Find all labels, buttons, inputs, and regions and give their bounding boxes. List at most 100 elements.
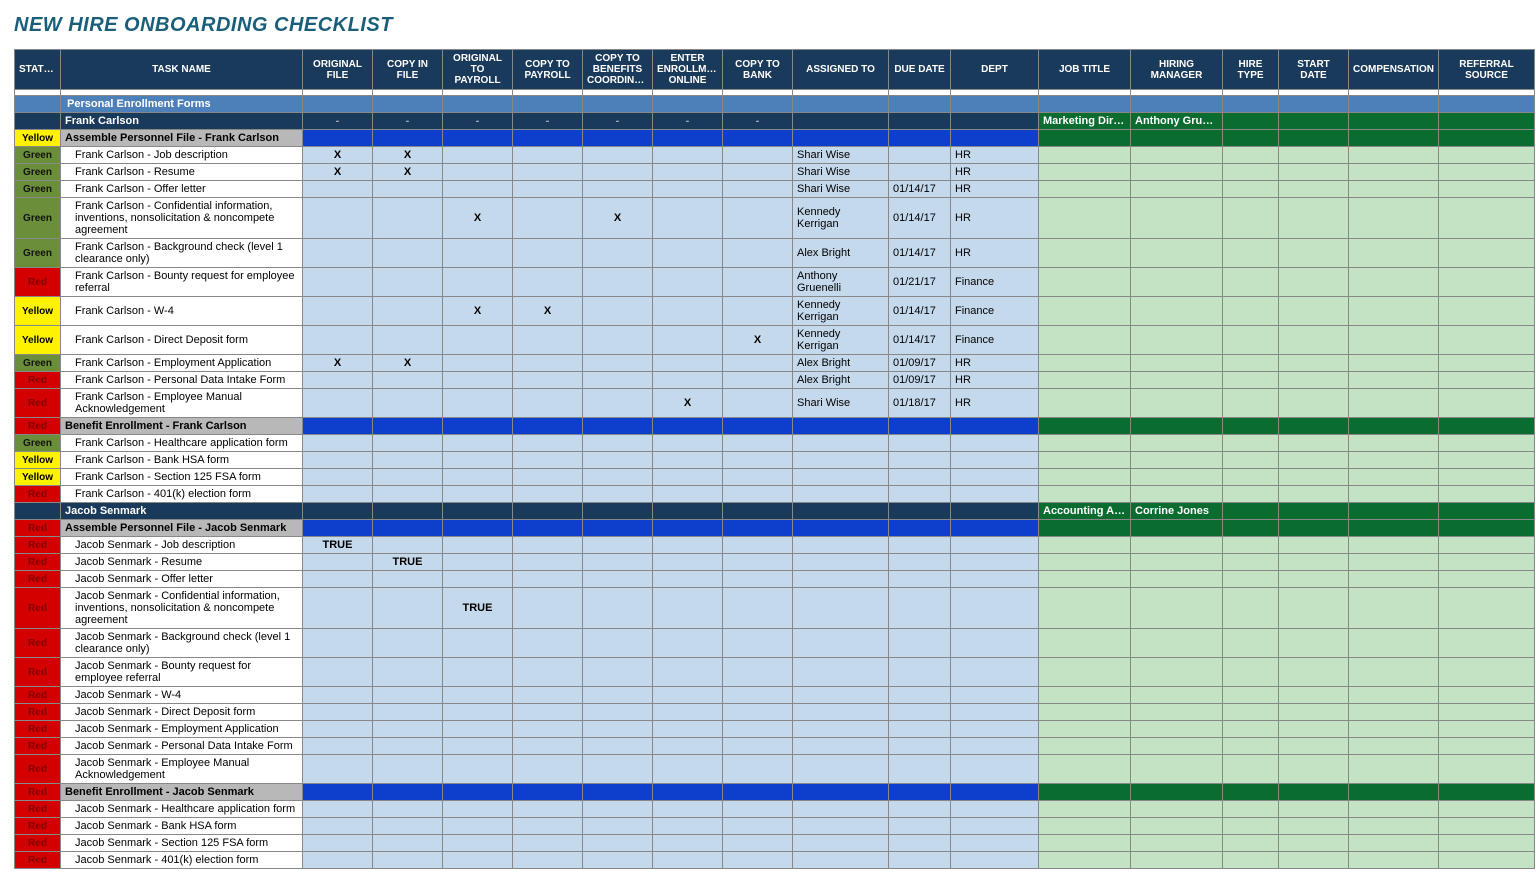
- right-cell[interactable]: [1039, 835, 1131, 852]
- check-cell[interactable]: [583, 326, 653, 355]
- assigned-to[interactable]: Kennedy Kerrigan: [793, 297, 889, 326]
- check-cell[interactable]: [513, 239, 583, 268]
- right-cell[interactable]: [1439, 629, 1535, 658]
- right-cell[interactable]: [1279, 687, 1349, 704]
- check-cell[interactable]: [723, 571, 793, 588]
- assigned-to[interactable]: [793, 687, 889, 704]
- check-cell[interactable]: X: [303, 164, 373, 181]
- right-cell[interactable]: [1131, 571, 1223, 588]
- right-cell[interactable]: [1223, 239, 1279, 268]
- status-cell[interactable]: Red: [15, 268, 61, 297]
- task-name[interactable]: Jacob Senmark - Section 125 FSA form: [61, 835, 303, 852]
- task-name[interactable]: Frank Carlson - Personal Data Intake For…: [61, 372, 303, 389]
- right-cell[interactable]: [1349, 835, 1439, 852]
- check-cell[interactable]: [443, 571, 513, 588]
- right-cell[interactable]: [1349, 738, 1439, 755]
- status-cell[interactable]: Red: [15, 835, 61, 852]
- right-cell[interactable]: [1279, 588, 1349, 629]
- check-cell[interactable]: [723, 486, 793, 503]
- due-date[interactable]: 01/14/17: [889, 239, 951, 268]
- check-cell[interactable]: [513, 537, 583, 554]
- check-cell[interactable]: [303, 687, 373, 704]
- right-cell[interactable]: [1223, 486, 1279, 503]
- right-cell[interactable]: [1039, 181, 1131, 198]
- right-cell[interactable]: [1349, 755, 1439, 784]
- check-cell[interactable]: [513, 721, 583, 738]
- right-cell[interactable]: [1223, 687, 1279, 704]
- check-cell[interactable]: X: [373, 147, 443, 164]
- assigned-to[interactable]: Shari Wise: [793, 389, 889, 418]
- check-cell[interactable]: [583, 835, 653, 852]
- right-cell[interactable]: [1223, 704, 1279, 721]
- check-cell[interactable]: [583, 239, 653, 268]
- check-cell[interactable]: [583, 738, 653, 755]
- right-cell[interactable]: [1039, 372, 1131, 389]
- assigned-to[interactable]: Shari Wise: [793, 147, 889, 164]
- check-cell[interactable]: [653, 297, 723, 326]
- check-cell[interactable]: [373, 372, 443, 389]
- check-cell[interactable]: [303, 198, 373, 239]
- check-cell[interactable]: [303, 738, 373, 755]
- right-cell[interactable]: [1039, 297, 1131, 326]
- right-cell[interactable]: [1039, 687, 1131, 704]
- task-name[interactable]: Jacob Senmark - Employee Manual Acknowle…: [61, 755, 303, 784]
- dept[interactable]: Finance: [951, 268, 1039, 297]
- right-cell[interactable]: [1349, 629, 1439, 658]
- right-cell[interactable]: [1279, 629, 1349, 658]
- right-cell[interactable]: [1039, 801, 1131, 818]
- check-cell[interactable]: [653, 164, 723, 181]
- right-cell[interactable]: [1279, 389, 1349, 418]
- right-cell[interactable]: [1039, 571, 1131, 588]
- status-cell[interactable]: Red: [15, 784, 61, 801]
- check-cell[interactable]: [443, 326, 513, 355]
- due-date[interactable]: [889, 452, 951, 469]
- check-cell[interactable]: [443, 835, 513, 852]
- dept[interactable]: HR: [951, 181, 1039, 198]
- task-name[interactable]: Jacob Senmark - 401(k) election form: [61, 852, 303, 869]
- check-cell[interactable]: [653, 452, 723, 469]
- status-cell[interactable]: Green: [15, 147, 61, 164]
- check-cell[interactable]: [443, 469, 513, 486]
- check-cell[interactable]: [723, 588, 793, 629]
- right-cell[interactable]: [1131, 147, 1223, 164]
- right-cell[interactable]: [1131, 469, 1223, 486]
- check-cell[interactable]: [513, 147, 583, 164]
- right-cell[interactable]: [1131, 588, 1223, 629]
- assigned-to[interactable]: [793, 818, 889, 835]
- right-cell[interactable]: [1039, 738, 1131, 755]
- task-name[interactable]: Jacob Senmark - Bounty request for emplo…: [61, 658, 303, 687]
- right-cell[interactable]: [1349, 687, 1439, 704]
- right-cell[interactable]: [1279, 755, 1349, 784]
- check-cell[interactable]: [723, 435, 793, 452]
- dept[interactable]: HR: [951, 164, 1039, 181]
- due-date[interactable]: [889, 835, 951, 852]
- right-cell[interactable]: [1131, 801, 1223, 818]
- right-cell[interactable]: [1131, 486, 1223, 503]
- check-cell[interactable]: [653, 239, 723, 268]
- task-name[interactable]: Jacob Senmark - Background check (level …: [61, 629, 303, 658]
- right-cell[interactable]: [1279, 818, 1349, 835]
- check-cell[interactable]: [653, 755, 723, 784]
- due-date[interactable]: [889, 435, 951, 452]
- dept[interactable]: [951, 818, 1039, 835]
- check-cell[interactable]: [653, 537, 723, 554]
- status-cell[interactable]: Red: [15, 658, 61, 687]
- due-date[interactable]: [889, 658, 951, 687]
- check-cell[interactable]: [583, 571, 653, 588]
- right-cell[interactable]: [1131, 326, 1223, 355]
- right-cell[interactable]: [1349, 164, 1439, 181]
- right-cell[interactable]: [1439, 326, 1535, 355]
- status-cell[interactable]: Green: [15, 164, 61, 181]
- due-date[interactable]: [889, 755, 951, 784]
- check-cell[interactable]: [723, 297, 793, 326]
- check-cell[interactable]: [723, 818, 793, 835]
- status-cell[interactable]: Yellow: [15, 452, 61, 469]
- right-cell[interactable]: [1349, 198, 1439, 239]
- right-cell[interactable]: [1039, 355, 1131, 372]
- right-cell[interactable]: [1439, 181, 1535, 198]
- right-cell[interactable]: [1223, 181, 1279, 198]
- status-cell[interactable]: Green: [15, 198, 61, 239]
- check-cell[interactable]: [513, 181, 583, 198]
- right-cell[interactable]: [1039, 537, 1131, 554]
- right-cell[interactable]: [1131, 297, 1223, 326]
